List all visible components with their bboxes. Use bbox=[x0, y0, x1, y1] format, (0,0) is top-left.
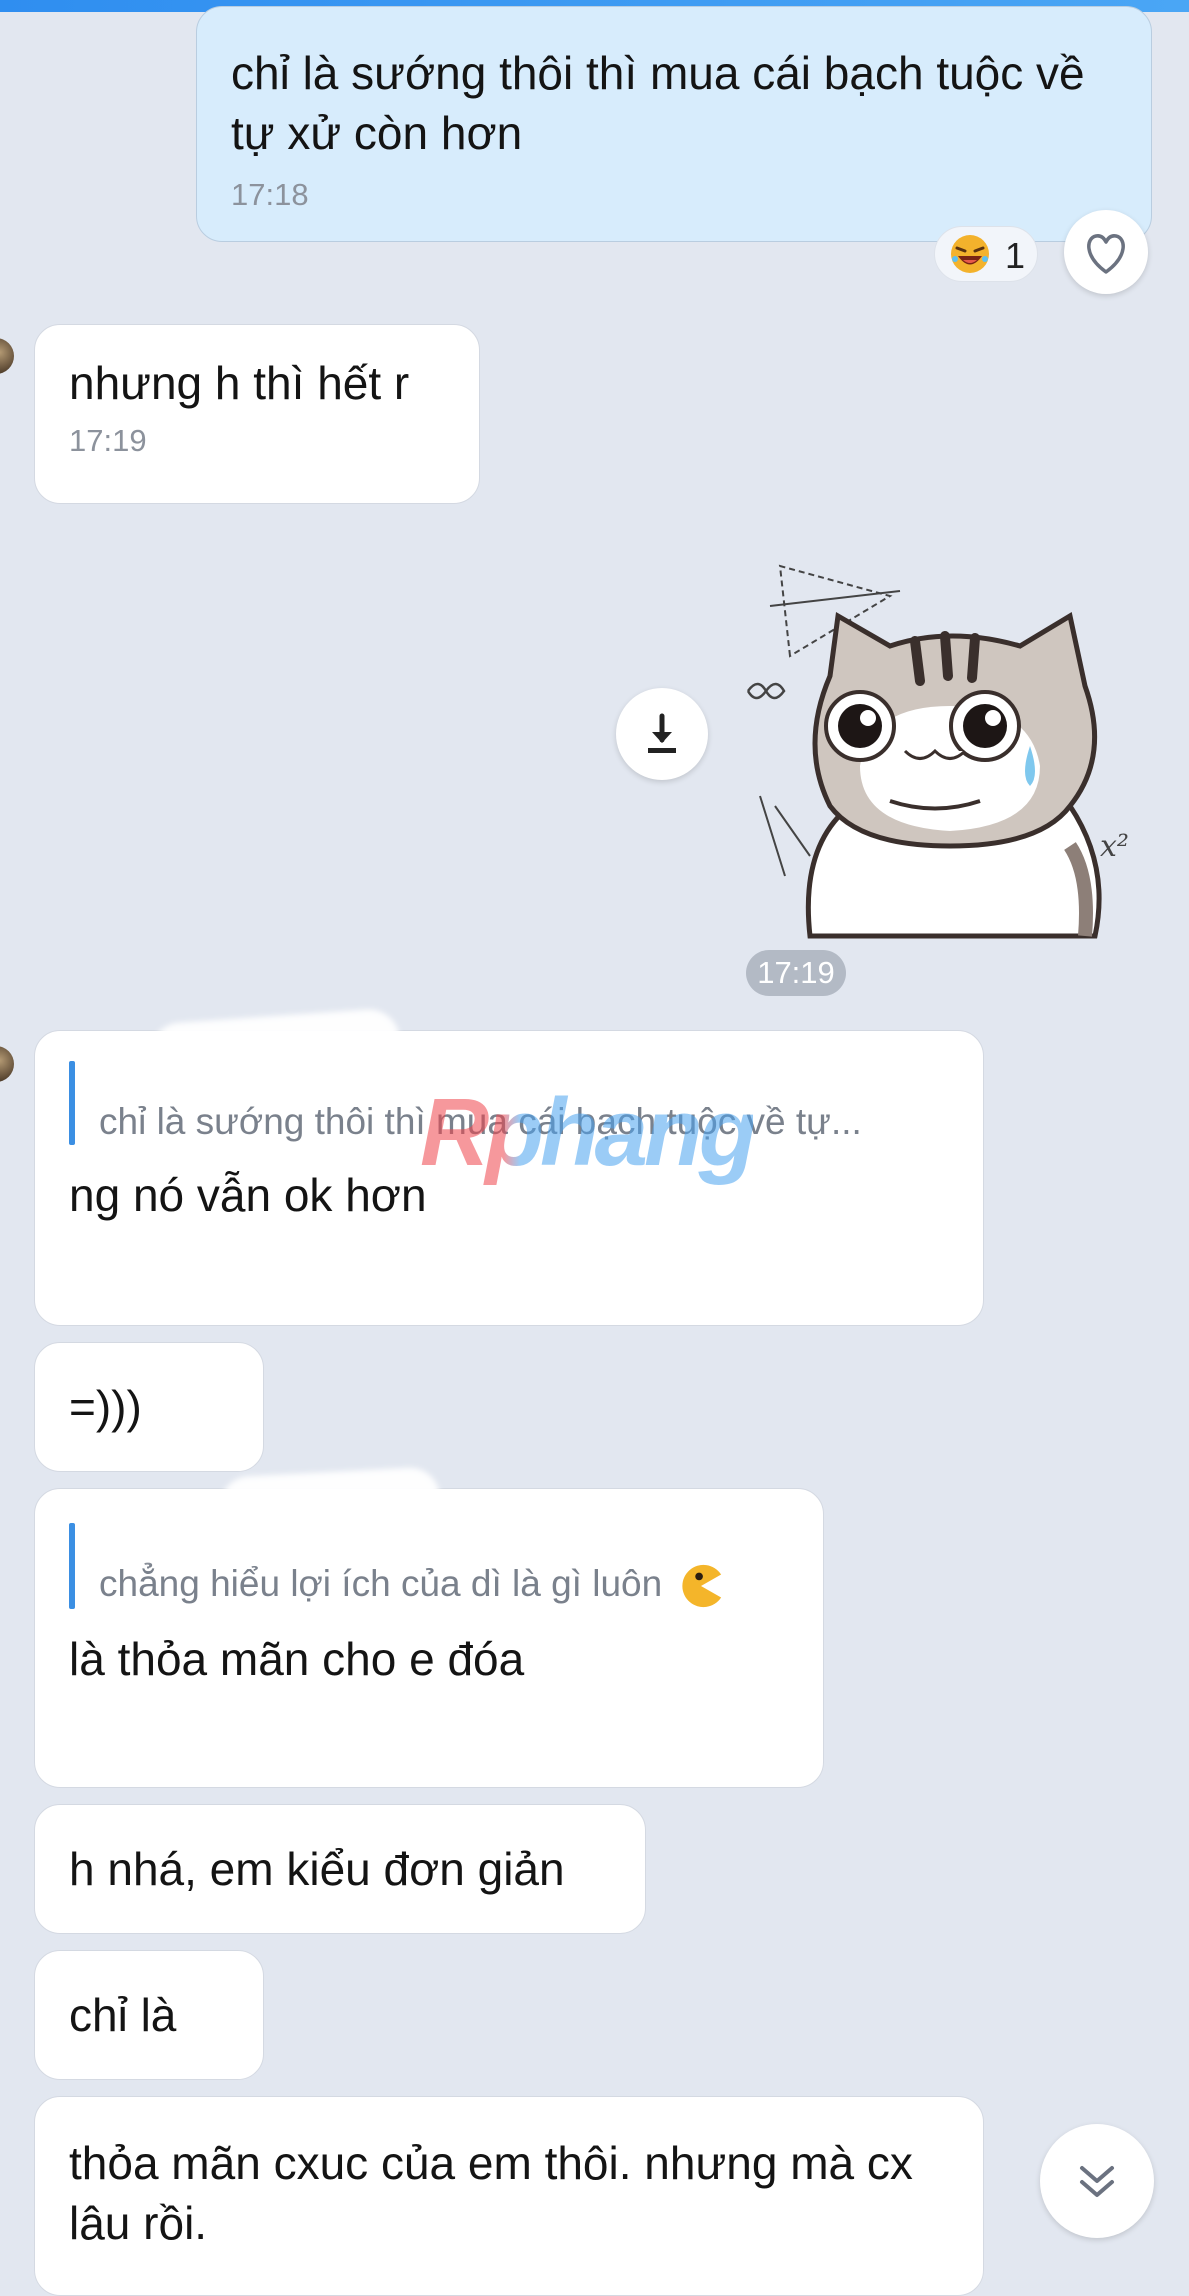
cat-sticker-icon[interactable]: x² bbox=[740, 546, 1140, 946]
download-button[interactable] bbox=[616, 688, 708, 780]
scroll-to-bottom-button[interactable] bbox=[1040, 2124, 1154, 2238]
message-text: thỏa mãn cxuc của em thôi. nhưng mà cx l… bbox=[69, 2137, 913, 2249]
quoted-text: chẳng hiểu lợi ích của dì là gì luôn bbox=[99, 1561, 789, 1609]
message-text: nhưng h thì hết r bbox=[69, 357, 410, 409]
message-bubble-outgoing[interactable]: chỉ là sướng thôi thì mua cái bạch tuộc … bbox=[196, 6, 1152, 242]
avatar[interactable] bbox=[0, 338, 14, 374]
avatar[interactable] bbox=[0, 1046, 14, 1082]
download-icon bbox=[648, 713, 676, 753]
message-text: là thỏa mãn cho e đóa bbox=[69, 1633, 525, 1686]
chevron-double-down-icon bbox=[1080, 2166, 1114, 2197]
reaction-count: 1 bbox=[1005, 235, 1026, 276]
reaction-badge[interactable]: 1 bbox=[934, 226, 1038, 282]
message-bubble-incoming[interactable]: =))) bbox=[34, 1342, 264, 1472]
message-time: 17:19 bbox=[69, 423, 147, 458]
message-text: chỉ là bbox=[69, 1989, 177, 2041]
svg-text:x²: x² bbox=[1100, 829, 1129, 864]
message-text: =))) bbox=[69, 1381, 142, 1433]
like-button[interactable] bbox=[1064, 210, 1148, 294]
laughing-face-icon bbox=[951, 235, 989, 273]
heart-icon bbox=[1087, 234, 1125, 274]
quote-bar bbox=[69, 1061, 75, 1145]
message-bubble-incoming[interactable]: nhưng h thì hết r 17:19 bbox=[34, 324, 480, 504]
redaction-smudge bbox=[89, 1513, 331, 1563]
message-time: 17:18 bbox=[231, 177, 309, 212]
message-text: chỉ là sướng thôi thì mua cái bạch tuộc … bbox=[231, 47, 1085, 159]
quote-bar bbox=[69, 1523, 75, 1610]
message-bubble-incoming[interactable]: chỉ là bbox=[34, 1950, 264, 2080]
sticker-time: 17:19 bbox=[746, 950, 846, 996]
message-bubble-incoming[interactable]: thỏa mãn cxuc của em thôi. nhưng mà cx l… bbox=[34, 2096, 984, 2296]
pacman-emoji-icon bbox=[682, 1565, 722, 1608]
watermark: Rphang bbox=[420, 1079, 757, 1186]
message-text: h nhá, em kiểu đơn giản bbox=[69, 1843, 565, 1895]
message-bubble-incoming[interactable]: h nhá, em kiểu đơn giản bbox=[34, 1804, 646, 1934]
